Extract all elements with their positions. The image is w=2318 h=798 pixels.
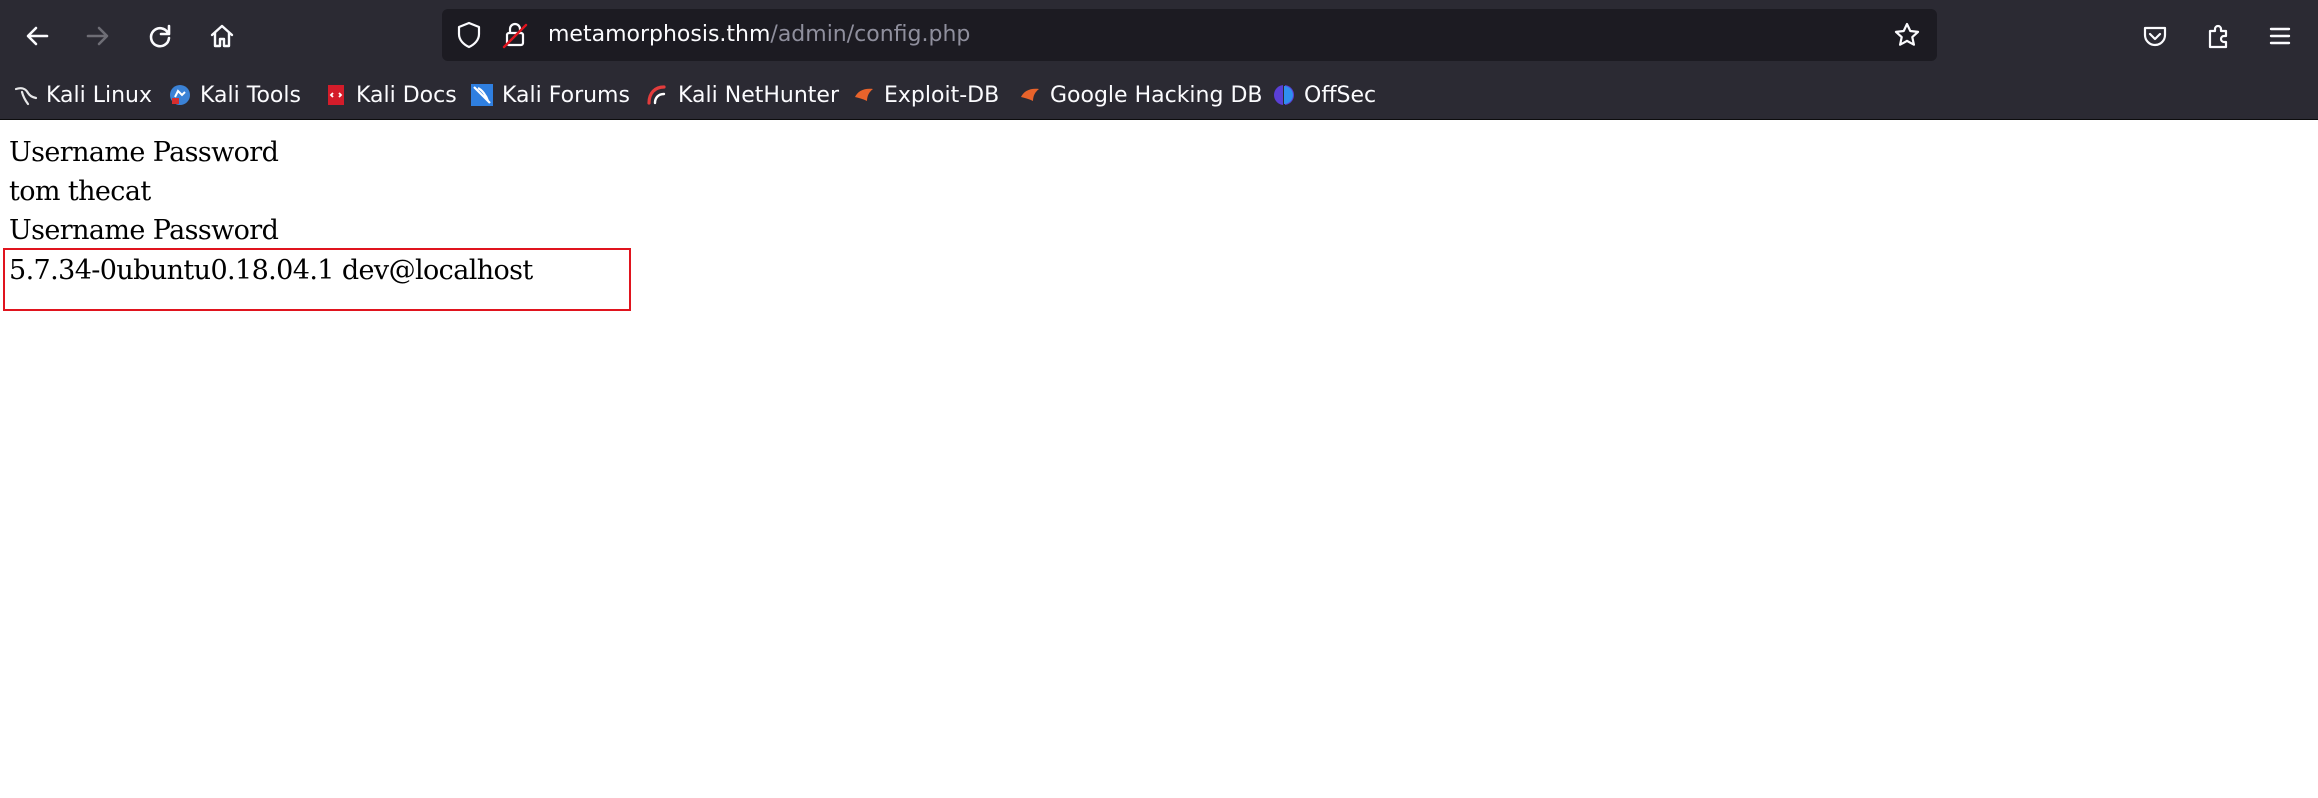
bookmark-kali-forums[interactable]: Kali Forums	[470, 80, 630, 110]
bookmark-star-icon[interactable]	[1892, 20, 1922, 50]
kali-dragon-icon	[14, 87, 38, 106]
reload-icon	[149, 24, 171, 48]
bookmark-google-hacking-db[interactable]: Google Hacking DB	[1018, 80, 1262, 110]
browser-toolbar: metamorphosis.thm/admin/config.php	[0, 0, 2318, 70]
bookmark-kali-tools[interactable]: Kali Tools	[168, 80, 301, 110]
exploit-db-icon	[855, 88, 873, 101]
back-arrow-icon	[26, 26, 49, 46]
bookmark-kali-linux[interactable]: Kali Linux	[14, 80, 152, 110]
shield-icon[interactable]	[454, 20, 484, 50]
extensions-button[interactable]	[2198, 16, 2238, 56]
forward-arrow-icon	[86, 26, 109, 46]
kali-docs-icon	[328, 85, 344, 105]
home-icon	[210, 24, 234, 48]
bookmarks-toolbar: Kali Linux Kali Tools Kali Docs Kali For…	[0, 70, 2318, 120]
reload-button[interactable]	[140, 16, 180, 56]
bookmark-label: Kali NetHunter	[678, 82, 839, 108]
bookmark-label: Exploit-DB	[884, 82, 1000, 108]
home-button[interactable]	[202, 16, 242, 56]
back-button[interactable]	[17, 16, 57, 56]
highlight-annotation-box	[3, 248, 631, 311]
text-line-header-2: Username Password	[9, 215, 279, 246]
forward-button[interactable]	[78, 16, 118, 56]
url-path: /admin/config.php	[770, 22, 971, 47]
url-text[interactable]: metamorphosis.thm/admin/config.php	[548, 22, 970, 48]
bookmark-label: Google Hacking DB	[1050, 82, 1263, 108]
bookmark-label: Kali Linux	[46, 82, 153, 108]
text-line-credentials: tom thecat	[9, 176, 151, 207]
hamburger-menu-icon	[2269, 27, 2291, 45]
bookmark-kali-nethunter[interactable]: Kali NetHunter	[646, 80, 839, 110]
puzzle-icon	[2208, 24, 2228, 49]
offsec-icon	[1274, 85, 1294, 105]
insecure-lock-icon[interactable]	[500, 20, 530, 50]
menu-button[interactable]	[2260, 16, 2300, 56]
page-content: Username Password tom thecat Username Pa…	[0, 121, 2318, 798]
pocket-button[interactable]	[2135, 16, 2175, 56]
bookmark-kali-docs[interactable]: Kali Docs	[324, 80, 457, 110]
kali-forums-icon	[471, 84, 493, 106]
ghdb-icon	[1021, 88, 1039, 101]
bookmark-offsec[interactable]: OffSec	[1272, 80, 1376, 110]
address-bar[interactable]: metamorphosis.thm/admin/config.php	[442, 9, 1937, 61]
bookmark-label: OffSec	[1304, 82, 1377, 108]
text-line-header-1: Username Password	[9, 137, 279, 168]
bookmark-label: Kali Forums	[502, 82, 630, 108]
bookmark-label: Kali Docs	[356, 82, 457, 108]
url-host: metamorphosis.thm	[548, 22, 771, 47]
bookmark-label: Kali Tools	[200, 82, 301, 108]
kali-nethunter-icon	[647, 85, 666, 105]
pocket-icon	[2143, 26, 2167, 47]
kali-tools-icon	[170, 85, 190, 105]
bookmark-exploit-db[interactable]: Exploit-DB	[852, 80, 999, 110]
